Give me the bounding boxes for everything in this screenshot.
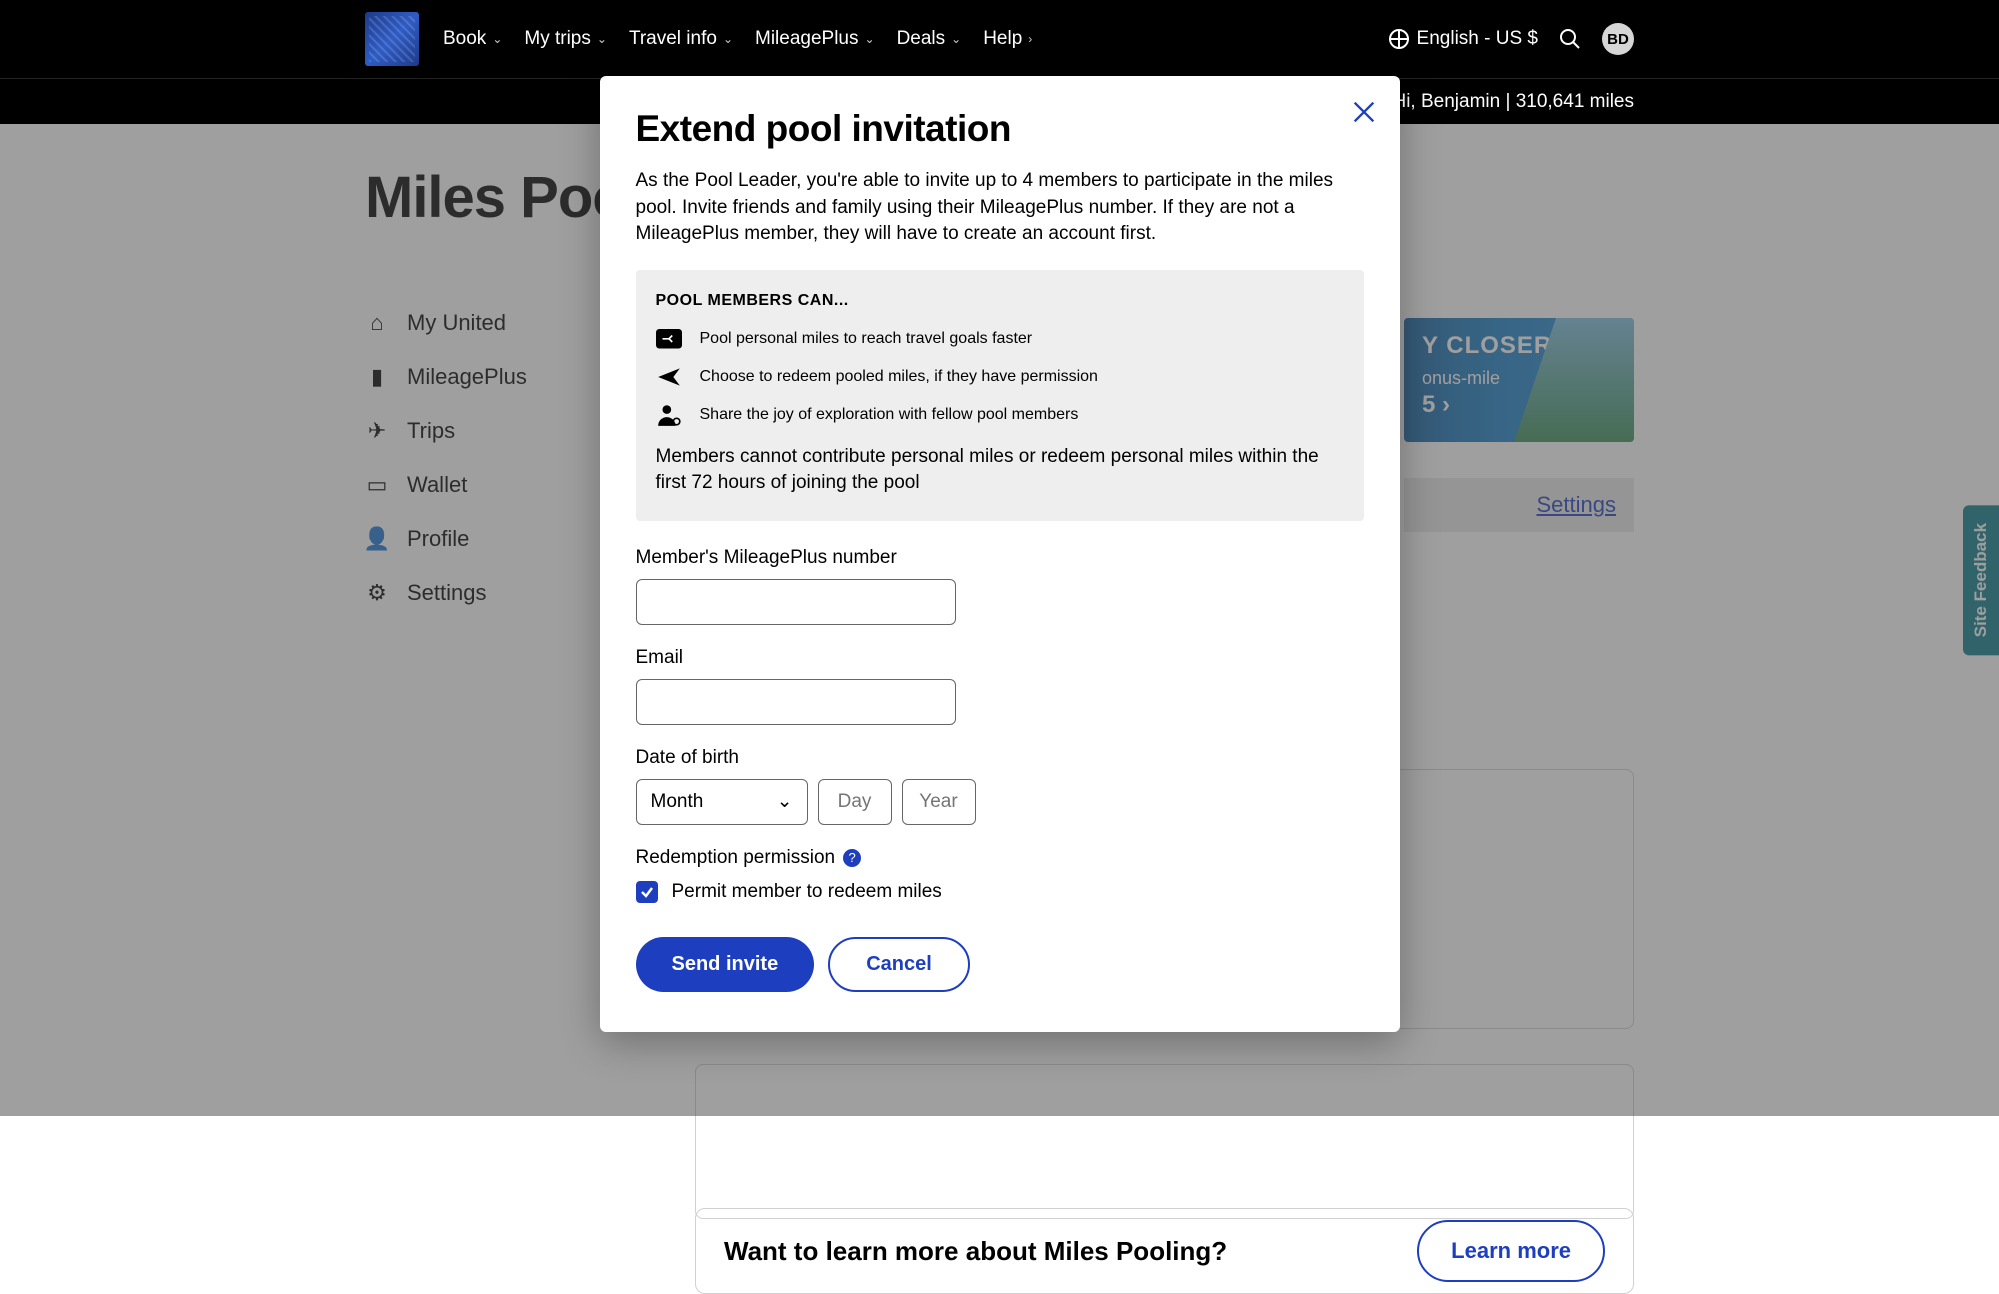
learn-more-banner: Want to learn more about Miles Pooling? …	[695, 1208, 1634, 1294]
plane-icon	[656, 366, 682, 388]
dob-month-select[interactable]: Month ⌄	[636, 779, 808, 825]
chevron-down-icon: ⌄	[865, 32, 875, 46]
chevron-right-icon: ›	[1028, 32, 1032, 46]
learn-more-button[interactable]: Learn more	[1417, 1220, 1605, 1282]
info-heading: POOL MEMBERS CAN...	[656, 292, 1344, 310]
send-invite-button[interactable]: Send invite	[636, 937, 815, 992]
nav-mileageplus[interactable]: MileagePlus⌄	[755, 28, 875, 50]
united-logo[interactable]	[365, 12, 419, 66]
cancel-button[interactable]: Cancel	[828, 937, 970, 992]
redeem-checkbox[interactable]	[636, 881, 658, 903]
checkbox-label: Permit member to redeem miles	[672, 881, 942, 903]
redemption-label: Redemption permission	[636, 847, 836, 869]
globe-icon	[1389, 29, 1409, 49]
person-share-icon	[656, 404, 682, 426]
nav-mytrips[interactable]: My trips⌄	[524, 28, 607, 50]
greeting: Hi, Benjamin | 310,641 miles	[1392, 91, 1634, 113]
mp-number-input[interactable]	[636, 579, 956, 625]
avatar[interactable]: BD	[1602, 23, 1634, 55]
close-button[interactable]	[1350, 98, 1378, 126]
chevron-down-icon: ⌄	[777, 790, 793, 813]
modal-description: As the Pool Leader, you're able to invit…	[636, 168, 1364, 248]
chevron-down-icon: ⌄	[492, 32, 502, 46]
extend-invitation-modal: Extend pool invitation As the Pool Leade…	[600, 76, 1400, 1032]
language-selector[interactable]: English - US $	[1389, 28, 1538, 50]
info-bullet: Share the joy of exploration with fellow…	[656, 404, 1344, 426]
top-nav: Book⌄ My trips⌄ Travel info⌄ MileagePlus…	[0, 0, 1999, 78]
dob-day-input[interactable]	[818, 779, 892, 825]
email-label: Email	[636, 647, 1364, 669]
dob-label: Date of birth	[636, 747, 1364, 769]
nav-help[interactable]: Help›	[983, 28, 1032, 50]
mp-number-label: Member's MileagePlus number	[636, 547, 1364, 569]
info-bullet: Pool personal miles to reach travel goal…	[656, 328, 1344, 350]
chevron-down-icon: ⌄	[951, 32, 961, 46]
info-bullet: Choose to redeem pooled miles, if they h…	[656, 366, 1344, 388]
help-icon[interactable]: ?	[843, 849, 861, 867]
email-input[interactable]	[636, 679, 956, 725]
nav-book[interactable]: Book⌄	[443, 28, 502, 50]
chevron-down-icon: ⌄	[597, 32, 607, 46]
chevron-down-icon: ⌄	[723, 32, 733, 46]
search-icon[interactable]	[1558, 27, 1582, 51]
dob-year-input[interactable]	[902, 779, 976, 825]
info-note: Members cannot contribute personal miles…	[656, 444, 1344, 497]
nav-deals[interactable]: Deals⌄	[897, 28, 962, 50]
modal-title: Extend pool invitation	[636, 108, 1364, 150]
nav-travelinfo[interactable]: Travel info⌄	[629, 28, 733, 50]
miles-card-icon	[656, 328, 682, 350]
learn-question: Want to learn more about Miles Pooling?	[724, 1236, 1227, 1267]
info-box: POOL MEMBERS CAN... Pool personal miles …	[636, 270, 1364, 521]
